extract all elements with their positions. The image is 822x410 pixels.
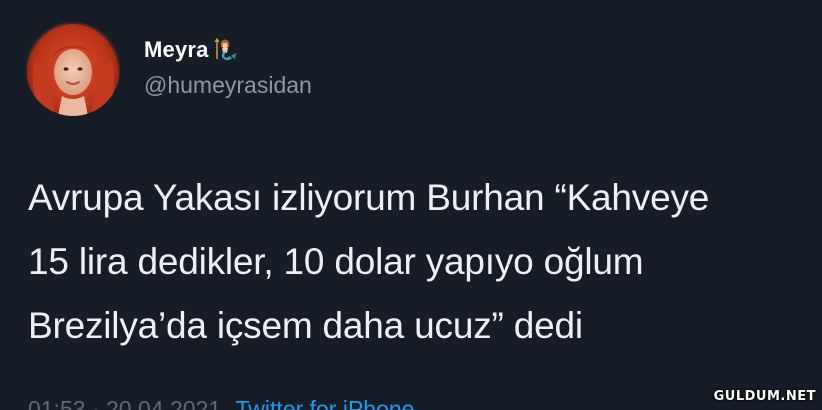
display-name: Meyra [144,37,209,62]
site-watermark: GULDUM.NET [713,389,816,404]
avatar-image [26,22,120,116]
tweet-source-link[interactable]: Twitter for iPhone [236,396,415,410]
user-handle[interactable]: @humeyrasidan [144,72,312,99]
mermaid-emoji-icon [214,37,236,61]
tweet-meta: 01:53 · 20.04.2021 Twitter for iPhone [28,396,414,410]
display-name-row[interactable]: Meyra [144,37,238,63]
tweet-timestamp[interactable]: 01:53 · 20.04.2021 [28,396,221,410]
tweet-text: Avrupa Yakası izliyorum Burhan “Kahveye … [28,166,818,358]
tweet-text-line: Brezilya’da içsem daha ucuz” dedi [28,305,583,346]
tweet-text-line: 15 lira dedikler, 10 dolar yapıyo oğlum [28,241,644,282]
tweet-card: Meyra @humeyrasidan Avrupa Yakası izliyo… [0,0,822,410]
tweet-text-line: Avrupa Yakası izliyorum Burhan “Kahveye [28,177,710,218]
avatar[interactable] [26,22,120,116]
